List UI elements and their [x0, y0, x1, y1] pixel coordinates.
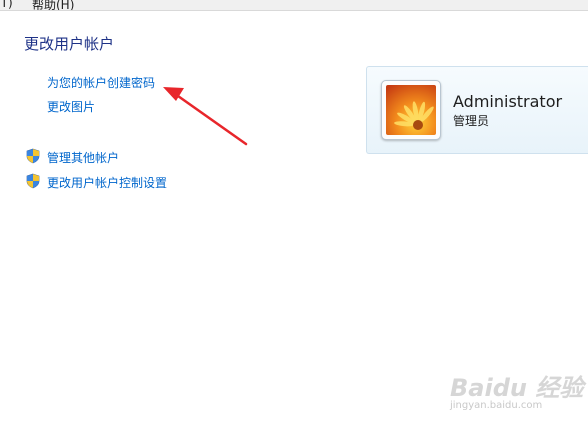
watermark-logo: Baidu 经验 jingyan.baidu.com: [450, 368, 586, 418]
watermark-brand: Baidu 经验: [450, 374, 584, 402]
watermark-site: jingyan.baidu.com: [450, 400, 543, 411]
